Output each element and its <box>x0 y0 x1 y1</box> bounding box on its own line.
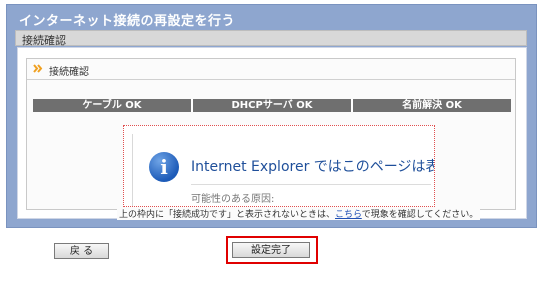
note-text-after: で現象を確認してください。 <box>361 210 479 220</box>
ie-error-message: Internet Explorer ではこのページは表 <box>191 159 435 175</box>
double-chevron-icon <box>33 64 43 73</box>
note-text-before: 上の枠内に「接続成功です」と表示されないときは、 <box>119 210 336 220</box>
status-dhcp: DHCPサーバ OK <box>193 99 353 112</box>
status-dns: 名前解決 OK <box>402 100 462 111</box>
section-title: 接続確認 <box>22 34 66 47</box>
finish-setup-button[interactable]: 設定完了 <box>232 242 310 258</box>
result-iframe: i Internet Explorer ではこのページは表 可能性のある原因: <box>123 125 435 207</box>
help-note: 上の枠内に「接続成功です」と表示されないときは、こちらで現象を確認してください。 <box>117 207 481 220</box>
section-header: 接続確認 <box>15 30 527 47</box>
content-area: 接続確認 ケーブル OK DHCPサーバ OK 名前解決 OK i Intern… <box>17 47 527 220</box>
divider <box>191 184 431 185</box>
info-icon: i <box>149 152 179 182</box>
wizard-window: インターネット接続の再設定を行う 接続確認 接続確認 ケーブル OK DHCPサ… <box>6 4 537 228</box>
back-button[interactable]: 戻 る <box>54 243 109 259</box>
panel-label: 接続確認 <box>49 67 89 78</box>
help-link[interactable]: こちら <box>335 210 362 220</box>
ie-error-page: i Internet Explorer ではこのページは表 可能性のある原因: <box>132 134 435 206</box>
connection-check-panel: 接続確認 ケーブル OK DHCPサーバ OK 名前解決 OK i Intern… <box>26 58 516 220</box>
status-cable: ケーブル OK <box>33 99 193 112</box>
ie-cause-text: 可能性のある原因: <box>191 194 275 205</box>
window-title: インターネット接続の再設定を行う <box>19 14 236 29</box>
panel-header: 接続確認 <box>27 59 515 80</box>
status-bar: ケーブル OK DHCPサーバ OK 名前解決 OK <box>33 99 511 112</box>
